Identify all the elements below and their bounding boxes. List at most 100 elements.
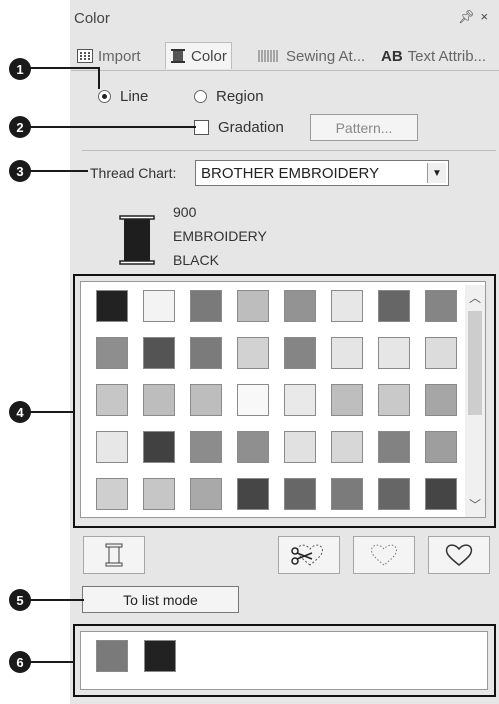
tab-color-label: Color	[191, 47, 227, 65]
tab-text-label: Text Attrib...	[407, 47, 487, 65]
color-swatch[interactable]	[331, 478, 363, 510]
cut-heart-button[interactable]	[278, 536, 340, 574]
color-palette-grid	[80, 281, 486, 518]
color-swatch[interactable]	[284, 431, 316, 463]
color-swatch[interactable]	[284, 384, 316, 416]
used-color-swatch[interactable]	[144, 640, 176, 672]
tab-text-attributes[interactable]: AB Text Attrib...	[381, 43, 486, 69]
callout-2-leader	[30, 126, 196, 128]
callout-4-leader	[30, 411, 74, 413]
color-swatch[interactable]	[331, 337, 363, 369]
callout-3-leader	[30, 170, 88, 172]
dotted-heart-button[interactable]	[353, 536, 415, 574]
radio-line[interactable]: Line	[98, 88, 148, 105]
current-thread-info: 900 EMBROIDERY BLACK	[173, 200, 267, 272]
callout-5-leader	[30, 599, 84, 601]
chevron-down-icon[interactable]: ▼	[427, 163, 446, 183]
tab-bar: Import Color Sewing At... AB Text Attrib…	[71, 37, 499, 71]
dotted-heart-icon	[371, 544, 397, 566]
thread-spool-icon	[119, 215, 155, 265]
thread-brand: EMBROIDERY	[173, 228, 267, 244]
color-swatch[interactable]	[190, 337, 222, 369]
thread-chart-label: Thread Chart:	[90, 165, 177, 181]
color-swatch[interactable]	[190, 290, 222, 322]
color-swatch[interactable]	[331, 290, 363, 322]
color-swatch[interactable]	[190, 431, 222, 463]
color-swatch[interactable]	[143, 290, 175, 322]
color-swatch[interactable]	[378, 384, 410, 416]
scroll-down-icon[interactable]: ﹀	[469, 496, 481, 513]
used-colors-list	[80, 631, 488, 690]
color-swatch[interactable]	[237, 431, 269, 463]
used-color-swatch[interactable]	[96, 640, 128, 672]
color-swatch[interactable]	[425, 337, 457, 369]
spool-icon	[105, 543, 123, 567]
gradation-checkbox[interactable]	[194, 120, 209, 135]
tab-import[interactable]: Import	[77, 43, 141, 69]
scroll-up-icon[interactable]: ︿	[469, 289, 481, 306]
stitch-icon	[258, 50, 278, 62]
color-swatch[interactable]	[331, 431, 363, 463]
callout-1: 1	[9, 58, 31, 80]
color-swatch[interactable]	[425, 478, 457, 510]
color-swatch[interactable]	[284, 478, 316, 510]
color-swatch[interactable]	[190, 478, 222, 510]
color-swatch[interactable]	[378, 431, 410, 463]
color-swatch[interactable]	[237, 337, 269, 369]
color-swatch[interactable]	[143, 478, 175, 510]
color-swatch[interactable]	[425, 290, 457, 322]
color-swatch[interactable]	[425, 431, 457, 463]
color-swatch[interactable]	[96, 478, 128, 510]
color-swatch[interactable]	[425, 384, 457, 416]
spool-button[interactable]	[83, 536, 145, 574]
callout-1-leader-down	[98, 67, 100, 89]
scissors-heart-icon	[291, 544, 323, 566]
radio-line-button[interactable]	[98, 90, 111, 103]
divider	[82, 150, 496, 151]
tab-sewing-label: Sewing At...	[286, 47, 366, 65]
color-swatch[interactable]	[237, 290, 269, 322]
to-list-mode-button[interactable]: To list mode	[82, 586, 239, 613]
palette-scrollbar[interactable]: ︿ ﹀	[465, 285, 485, 517]
tab-import-label: Import	[98, 47, 141, 65]
tab-sewing-attributes[interactable]: Sewing At...	[257, 43, 365, 69]
spool-icon	[171, 49, 185, 63]
color-swatch[interactable]	[378, 478, 410, 510]
thread-name: BLACK	[173, 252, 219, 268]
color-swatch[interactable]	[378, 290, 410, 322]
close-icon[interactable]: ×	[481, 9, 495, 24]
pattern-button[interactable]: Pattern...	[310, 114, 418, 141]
callout-2: 2	[9, 116, 31, 138]
gradation-label: Gradation	[218, 119, 284, 136]
color-swatch[interactable]	[284, 290, 316, 322]
pin-icon[interactable]: 📌︎	[458, 9, 481, 24]
color-swatch[interactable]	[378, 337, 410, 369]
callout-1-leader	[30, 67, 100, 69]
radio-region[interactable]: Region	[194, 88, 264, 105]
grid-icon	[77, 49, 93, 63]
color-swatch[interactable]	[96, 290, 128, 322]
color-swatch[interactable]	[96, 384, 128, 416]
heart-outline-icon	[445, 544, 473, 566]
color-swatch[interactable]	[331, 384, 363, 416]
color-swatch[interactable]	[190, 384, 222, 416]
radio-region-button[interactable]	[194, 90, 207, 103]
radio-line-label: Line	[120, 88, 149, 105]
ab-icon: AB	[381, 47, 403, 65]
color-swatch[interactable]	[237, 384, 269, 416]
title-bar-icons: 📌︎×	[458, 9, 494, 25]
gradation-checkbox-row[interactable]: Gradation	[194, 119, 284, 136]
scrollbar-thumb[interactable]	[468, 311, 482, 415]
callout-5: 5	[9, 589, 31, 611]
solid-heart-button[interactable]	[428, 536, 490, 574]
color-swatch[interactable]	[237, 478, 269, 510]
color-swatch[interactable]	[143, 384, 175, 416]
tab-color[interactable]: Color	[165, 42, 232, 69]
thread-chart-select[interactable]: BROTHER EMBROIDERY ▼	[195, 160, 449, 186]
color-swatch[interactable]	[143, 337, 175, 369]
color-swatch[interactable]	[96, 337, 128, 369]
radio-region-label: Region	[216, 88, 264, 105]
color-swatch[interactable]	[96, 431, 128, 463]
color-swatch[interactable]	[284, 337, 316, 369]
color-swatch[interactable]	[143, 431, 175, 463]
